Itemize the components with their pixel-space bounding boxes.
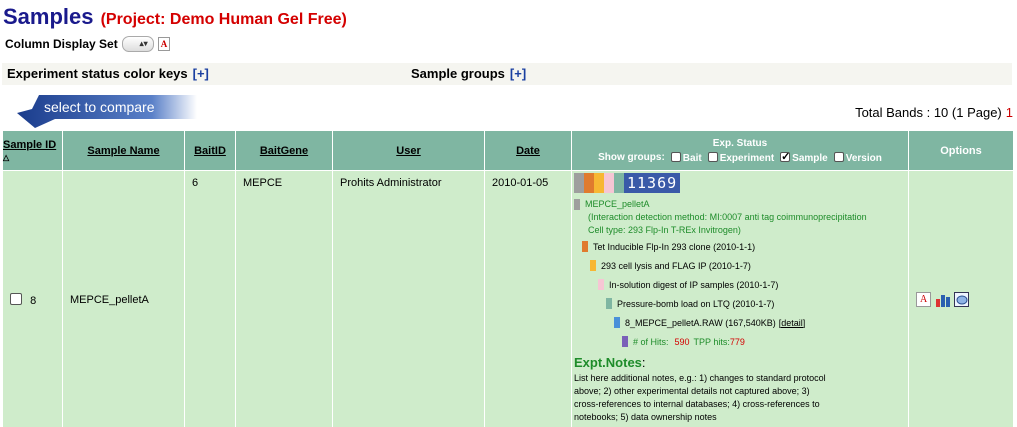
cell-options: A xyxy=(908,170,1014,427)
group-version[interactable]: Version xyxy=(833,151,882,164)
sample-groups-toggle[interactable]: [+] xyxy=(510,66,526,81)
pdf-report-icon[interactable]: A xyxy=(916,292,931,307)
step-3: In-solution digest of IP samples (2010-1… xyxy=(574,275,906,294)
col-exp-status: Exp. Status Show groups: Bait Experiment… xyxy=(571,130,909,171)
notes-title: Expt.Notes: xyxy=(574,355,646,370)
tpp-value[interactable]: 779 xyxy=(730,337,745,347)
col-sample-name[interactable]: Sample Name xyxy=(62,130,185,171)
group-sample[interactable]: Sample xyxy=(780,150,828,164)
status-color-keys-bar: Experiment status color keys [+] xyxy=(2,63,406,85)
step-1: Tet Inducible Flp-In 293 clone (2010-1-1… xyxy=(574,237,906,256)
sample-groups-bar: Sample groups [+] xyxy=(406,63,1012,85)
group-experiment[interactable]: Experiment xyxy=(707,151,774,164)
column-display-label: Column Display Set xyxy=(5,37,118,51)
cell-exp-status: 11369 MEPCE_pelletA (Interaction detecti… xyxy=(571,170,909,427)
hits-value[interactable]: 590 xyxy=(675,337,690,347)
group-experiment-checkbox[interactable] xyxy=(707,151,718,162)
status-number: 11369 xyxy=(624,173,681,193)
samples-table: Sample ID △ Sample Name BaitID BaitGene U… xyxy=(2,130,1014,427)
status-steps: MEPCE_pelletA (Interaction detection met… xyxy=(574,197,906,351)
column-display-row: Column Display Set ▴▾ xyxy=(5,36,170,52)
title-main: Samples xyxy=(3,4,94,29)
total-bands: Total Bands : 10 (1 Page) 1 xyxy=(855,105,1013,120)
column-display-select[interactable]: ▴▾ xyxy=(121,36,154,52)
page-title: Samples (Project: Demo Human Gel Free) xyxy=(3,4,347,30)
exp-status-label: Exp. Status xyxy=(712,137,768,149)
cell-sample-id: 8 xyxy=(2,170,63,427)
col-options: Options xyxy=(908,130,1014,171)
col-user[interactable]: User xyxy=(332,130,485,171)
cell-user: Prohits Administrator xyxy=(332,170,485,427)
group-bait-checkbox[interactable] xyxy=(670,151,681,162)
total-bands-text: Total Bands : 10 (1 Page) xyxy=(855,105,1002,120)
status-swatch xyxy=(584,173,594,193)
status-strip[interactable]: 11369 xyxy=(574,173,906,193)
col-date[interactable]: Date xyxy=(484,130,572,171)
project-name: (Project: Demo Human Gel Free) xyxy=(100,11,347,28)
status-swatch xyxy=(594,173,604,193)
select-to-compare-label: select to compare xyxy=(44,99,155,115)
detail-link[interactable]: [detail] xyxy=(779,318,806,328)
table-header: Sample ID △ Sample Name BaitID BaitGene U… xyxy=(2,130,1014,171)
page-link[interactable]: 1 xyxy=(1006,105,1013,120)
status-swatch xyxy=(604,173,614,193)
group-bait[interactable]: Bait xyxy=(670,151,702,164)
cell-bait-id: 6 xyxy=(184,170,236,427)
sample-groups-label: Sample groups xyxy=(411,66,505,81)
cell-type: Cell type: 293 Flp-In T-REx Invitrogen) xyxy=(588,225,741,235)
status-color-keys-toggle[interactable]: [+] xyxy=(193,66,209,81)
step-4: Pressure-bomb load on LTQ (2010-1-7) xyxy=(574,294,906,313)
sample-id-value: 8 xyxy=(30,294,37,307)
col-bait-gene[interactable]: BaitGene xyxy=(235,130,333,171)
cell-date: 2010-01-05 xyxy=(484,170,572,427)
cell-sample-name: MEPCE_pelletA xyxy=(62,170,185,427)
status-color-keys-label: Experiment status color keys xyxy=(7,66,188,81)
cell-bait-gene: MEPCE xyxy=(235,170,333,427)
row-select-checkbox[interactable] xyxy=(10,292,22,305)
step-2: 293 cell lysis and FLAG IP (2010-1-7) xyxy=(574,256,906,275)
show-groups: Show groups: Bait Experiment Sample Vers… xyxy=(572,150,908,164)
table-row: 8 MEPCE_pelletA 6 MEPCE Prohits Administ… xyxy=(2,170,1014,427)
col-bait-id[interactable]: BaitID xyxy=(184,130,236,171)
raw-file: 8_MEPCE_pelletA.RAW (167,540KB) [detail] xyxy=(574,313,906,332)
notes-body: List here additional notes, e.g.: 1) cha… xyxy=(574,373,826,422)
comment-icon[interactable] xyxy=(954,292,969,307)
bar-chart-icon[interactable] xyxy=(935,292,950,307)
show-groups-label: Show groups: xyxy=(598,152,665,163)
group-sample-checkbox[interactable] xyxy=(780,150,790,163)
group-version-checkbox[interactable] xyxy=(833,151,844,162)
pdf-icon[interactable] xyxy=(157,37,170,51)
select-to-compare-banner[interactable]: select to compare xyxy=(17,93,197,129)
status-swatch xyxy=(574,173,584,193)
status-swatch xyxy=(614,173,624,193)
col-sample-id[interactable]: Sample ID △ xyxy=(2,130,63,171)
hits-row: # of Hits: 590 TPP hits: 779 xyxy=(574,332,906,351)
sample-step[interactable]: MEPCE_pelletA xyxy=(574,197,906,211)
detection-method: (Interaction detection method: MI:0007 a… xyxy=(588,212,867,222)
